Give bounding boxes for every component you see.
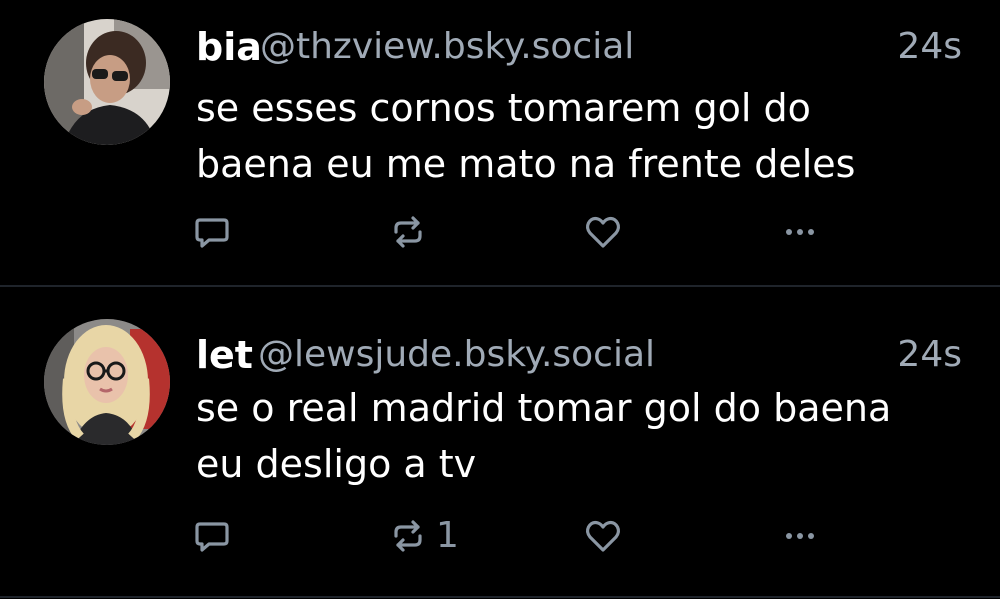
post-text-line: baena eu me mato na frente deles xyxy=(196,142,856,186)
reply-button[interactable] xyxy=(192,207,232,257)
like-button[interactable] xyxy=(583,511,623,561)
post-text: se esses cornos tomarem gol do baena eu … xyxy=(196,80,956,192)
post-header: let @lewsjude.bsky.social 24s xyxy=(196,330,962,380)
post-text-line: se o real madrid tomar gol do baena xyxy=(196,386,892,430)
author-name[interactable]: bia xyxy=(196,22,262,72)
post-divider xyxy=(0,285,1000,287)
post-text-line: eu desligo a tv xyxy=(196,442,477,486)
post-timestamp[interactable]: 24s xyxy=(897,330,962,380)
more-icon xyxy=(786,533,814,539)
post-actions: 1 xyxy=(190,511,840,561)
like-icon xyxy=(585,216,621,248)
author-handle[interactable]: @thzview.bsky.social xyxy=(260,22,634,72)
author-name[interactable]: let xyxy=(196,330,253,380)
repost-button[interactable] xyxy=(388,207,436,257)
more-icon xyxy=(786,229,814,235)
post[interactable]: let @lewsjude.bsky.social 24s se o real … xyxy=(0,288,1000,574)
repost-icon xyxy=(394,216,422,248)
post-text-line: se esses cornos tomarem gol do xyxy=(196,86,811,130)
post-text: se o real madrid tomar gol do baena eu d… xyxy=(196,380,956,492)
more-options-button[interactable] xyxy=(780,511,820,561)
post[interactable]: bia @thzview.bsky.social 24s se esses co… xyxy=(0,0,1000,286)
more-options-button[interactable] xyxy=(780,207,820,257)
repost-icon xyxy=(394,520,422,552)
reply-icon xyxy=(195,522,229,552)
author-handle[interactable]: @lewsjude.bsky.social xyxy=(258,330,655,380)
avatar[interactable] xyxy=(44,319,170,445)
post-actions xyxy=(190,207,840,257)
like-button[interactable] xyxy=(583,207,623,257)
reply-icon xyxy=(195,218,229,248)
avatar[interactable] xyxy=(44,19,170,145)
repost-button[interactable]: 1 xyxy=(388,511,459,561)
post-divider xyxy=(0,596,1000,598)
post-header: bia @thzview.bsky.social 24s xyxy=(196,22,962,72)
reply-button[interactable] xyxy=(192,511,232,561)
post-timestamp[interactable]: 24s xyxy=(897,22,962,72)
post-feed: bia @thzview.bsky.social 24s se esses co… xyxy=(0,0,1000,599)
like-icon xyxy=(585,520,621,552)
repost-count: 1 xyxy=(436,515,459,556)
